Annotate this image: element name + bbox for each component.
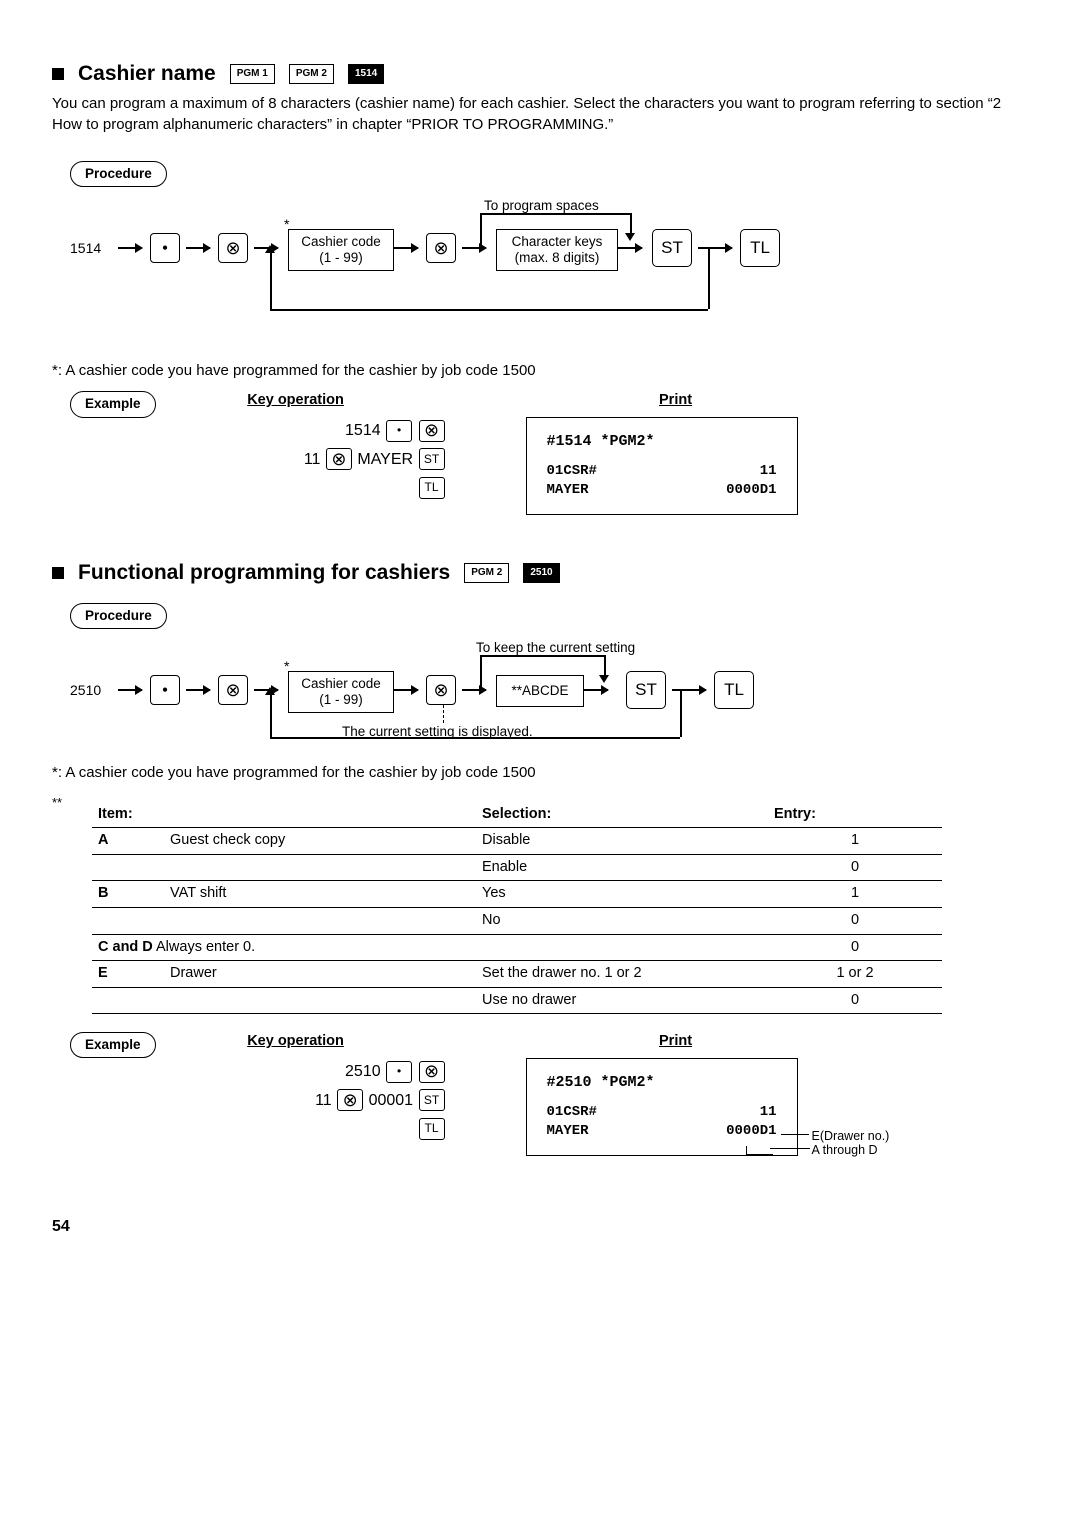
cashier-code-box: Cashier code (1 - 99) [288, 229, 394, 271]
st-key-2: ST [626, 671, 666, 709]
print-title-1: Print [546, 391, 806, 411]
diag1-start: 1514 [70, 239, 101, 258]
procedure-diagram-2: 2510 • ⊗ * Cashier code (1 - 99) ⊗ To ke… [74, 643, 894, 743]
dot-key-mini-icon: • [386, 420, 412, 442]
section1-title: Cashier name PGM 1 PGM 2 1514 [52, 60, 1028, 88]
print-box-1: #1514 *PGM2* 01CSR# 11 MAYER 0000D1 [526, 417, 798, 515]
example-badge-2: Example [70, 1032, 156, 1058]
tag-2510: 2510 [523, 563, 559, 583]
st-key: ST [652, 229, 692, 267]
section2-note: *: A cashier code you have programmed fo… [52, 763, 1028, 783]
print2-csr-val: 11 [760, 1103, 777, 1122]
keyop-title-2: Key operation [186, 1032, 406, 1052]
multiply-key-icon: ⊗ [218, 233, 248, 263]
diag2-start: 2510 [70, 681, 101, 700]
section2-title-text: Functional programming for cashiers [78, 559, 450, 587]
table-star-prefix: ** [52, 794, 72, 1033]
print2-csr: 01CSR# [547, 1103, 597, 1122]
settings-table: Item: Selection: Entry: AGuest check cop… [92, 802, 942, 1015]
tl-key-mini: TL [419, 477, 445, 499]
tl-key-2: TL [714, 671, 754, 709]
multiply-key-mini-icon: ⊗ [419, 420, 445, 442]
th-item: Item: [92, 802, 164, 828]
procedure-badge-2: Procedure [70, 603, 167, 629]
print-title-2: Print [546, 1032, 806, 1052]
print1-name: MAYER [547, 481, 589, 500]
dot-key-icon: • [150, 675, 180, 705]
char-keys-box: Character keys (max. 8 digits) [496, 229, 618, 271]
page-number: 54 [52, 1216, 1028, 1238]
example-badge-1: Example [70, 391, 156, 417]
keyop-block-2: 2510 • ⊗ 11 ⊗ 00001 ST TL [186, 1058, 446, 1156]
dot-key-icon: • [150, 233, 180, 263]
square-bullet-icon [52, 567, 64, 579]
st-key-mini: ST [419, 448, 445, 470]
print2-header: #2510 *PGM2* [547, 1073, 777, 1093]
tag-pgm2-b: PGM 2 [464, 563, 509, 583]
procedure-badge-1: Procedure [70, 161, 167, 187]
st-key-mini: ST [419, 1089, 445, 1111]
print1-csr: 01CSR# [547, 462, 597, 481]
dot-key-mini-icon: • [386, 1061, 412, 1083]
square-bullet-icon [52, 68, 64, 80]
cashier-code-box-2: Cashier code (1 - 99) [288, 671, 394, 713]
print2-name: MAYER [547, 1122, 589, 1141]
abcde-box: **ABCDE [496, 675, 584, 707]
multiply-key-icon-2b: ⊗ [426, 675, 456, 705]
multiply-key-icon: ⊗ [218, 675, 248, 705]
tl-key-mini: TL [419, 1118, 445, 1140]
section1-note: *: A cashier code you have programmed fo… [52, 361, 1028, 381]
multiply-key-mini-icon: ⊗ [419, 1061, 445, 1083]
tag-pgm1: PGM 1 [230, 64, 275, 84]
print1-header: #1514 *PGM2* [547, 432, 777, 452]
tag-pgm2: PGM 2 [289, 64, 334, 84]
print1-code: 0000D1 [726, 481, 776, 500]
th-entry: Entry: [768, 802, 942, 828]
multiply-key-mini-icon: ⊗ [337, 1089, 363, 1111]
section2-title: Functional programming for cashiers PGM … [52, 559, 1028, 587]
keyop-title-1: Key operation [186, 391, 406, 411]
callout-ad: A through D [812, 1142, 878, 1159]
section1-title-text: Cashier name [78, 60, 216, 88]
procedure-diagram-1: 1514 • ⊗ * Cashier code (1 - 99) ⊗ To pr… [74, 201, 894, 341]
multiply-key-mini-icon: ⊗ [326, 448, 352, 470]
tl-key: TL [740, 229, 780, 267]
multiply-key-icon-2: ⊗ [426, 233, 456, 263]
th-selection: Selection: [476, 802, 768, 828]
tag-1514: 1514 [348, 64, 384, 84]
keyop-block-1: 1514 • ⊗ 11 ⊗ MAYER ST TL [186, 417, 446, 515]
section1-description: You can program a maximum of 8 character… [52, 94, 1028, 135]
print2-code: 0000D1 [726, 1122, 776, 1141]
print1-csr-val: 11 [760, 462, 777, 481]
print-box-2: #2510 *PGM2* 01CSR# 11 MAYER 0000D1 [526, 1058, 798, 1156]
